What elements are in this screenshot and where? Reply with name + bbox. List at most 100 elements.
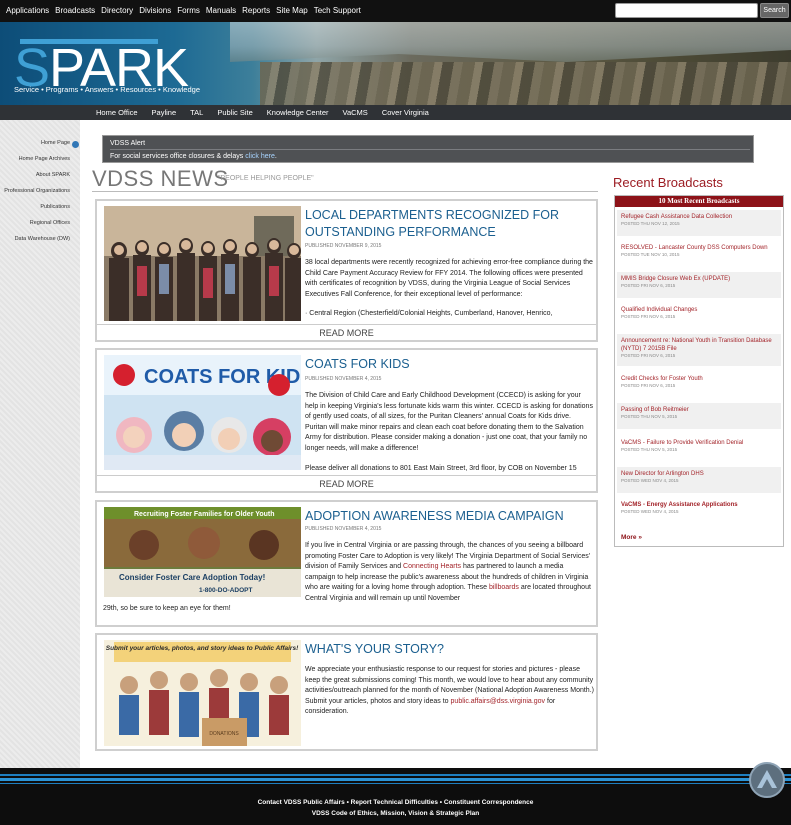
article-body: If you live in Central Virginia or are p… [305,541,594,604]
topnav-tech-support[interactable]: Tech Support [314,6,361,15]
topnav-broadcasts[interactable]: Broadcasts [55,6,95,15]
alert-title: VDSS Alert [110,140,146,147]
broadcast-item[interactable]: VaCMS - Failure to Provide Verification … [617,436,781,462]
sidebar-item-regional-offices[interactable]: Regional Offices [30,220,70,226]
subnav-cover-virginia[interactable]: Cover Virginia [382,108,429,117]
topnav-site-map[interactable]: Site Map [276,6,308,15]
connecting-hearts-link[interactable]: Connecting Hearts [403,563,461,570]
article-image-coats-for-kids: COATS FOR KIDS [104,355,301,470]
subnav-home-office[interactable]: Home Office [96,108,138,117]
broadcast-title[interactable]: Passing of Bob Reitmeier [621,406,777,414]
alert-message: For social services office closures & de… [110,153,246,160]
left-sidebar: Home Page Home Page Archives About SPARK… [0,120,80,768]
broadcast-title[interactable]: VaCMS - Failure to Provide Verification … [621,439,777,447]
sidebar-item-home-page-archives[interactable]: Home Page Archives [19,156,70,162]
billboards-link[interactable]: billboards [489,584,519,591]
broadcast-item[interactable]: Qualified Individual Changes POSTED FRI N… [617,303,781,329]
broadcast-title[interactable]: MMIS Bridge Closure Web Ex (UPDATE) [621,275,777,283]
broadcast-date: POSTED TUE NOV 10, 2015 [621,252,680,257]
topnav-directory[interactable]: Directory [101,6,133,15]
alert-text: For social services office closures & de… [110,153,277,160]
sidebar-item-professional-organizations[interactable]: Professional Organizations [4,188,70,194]
broadcast-title[interactable]: VaCMS - Energy Assistance Applications [621,501,777,509]
donation-box-text: DONATIONS [209,731,239,737]
public-affairs-email-link[interactable]: public.affairs@dss.virginia.gov [451,698,546,705]
subnav-payline[interactable]: Payline [152,108,177,117]
back-to-top-button[interactable] [749,762,785,798]
alert-end: . [274,153,277,160]
broadcast-title[interactable]: Qualified Individual Changes [621,306,777,314]
article-date: PUBLISHED NOVEMBER 4, 2015 [305,376,382,382]
broadcast-title[interactable]: RESOLVED - Lancaster County DSS Computer… [621,244,777,252]
subnav-public-site[interactable]: Public Site [217,108,252,117]
broadcast-date: POSTED WED NOV 4, 2015 [621,509,679,514]
read-more-button[interactable]: READ MORE [97,475,596,491]
article-title[interactable]: WHAT'S YOUR STORY? [305,641,565,658]
broadcast-item[interactable]: RESOLVED - Lancaster County DSS Computer… [617,241,781,267]
news-divider [92,191,598,192]
broadcast-date: POSTED WED NOV 4, 2015 [621,478,679,483]
subnav-tal[interactable]: TAL [190,108,203,117]
banner-sky-image [230,22,791,62]
broadcast-item[interactable]: VaCMS - Energy Assistance Applications PO… [617,498,781,524]
arrow-up-icon [757,770,777,788]
news-article: Recruiting Foster Families for Older You… [95,500,598,627]
broadcast-date: POSTED FRI NOV 6, 2015 [621,314,676,319]
broadcast-title[interactable]: Credit Checks for Foster Youth [621,375,777,383]
article-title[interactable]: ADOPTION AWARENESS MEDIA CAMPAIGN [305,508,565,525]
billboard-phone-text: 1-800-DO-ADOPT [199,587,252,594]
banner: SPARK Service • Programs • Answers • Res… [0,22,791,105]
more-broadcasts-link[interactable]: More » [621,534,642,541]
article-title[interactable]: COATS FOR KIDS [305,356,565,373]
article-body-continued: 29th, so be sure to keep an eye for them… [103,605,231,612]
alert-click-here-link[interactable]: click here [245,153,275,160]
sidebar-item-data-warehouse[interactable]: Data Warehouse (DW) [15,236,70,242]
broadcast-date: POSTED THU NOV 5, 2015 [621,414,678,419]
subnav-vacms[interactable]: VaCMS [343,108,368,117]
article-date: PUBLISHED NOVEMBER 9, 2015 [305,243,382,249]
topnav-reports[interactable]: Reports [242,6,270,15]
read-more-button[interactable]: READ MORE [97,324,596,340]
banner-rocks-image [260,62,791,105]
footer-links-secondary[interactable]: VDSS Code of Ethics, Mission, Vision & S… [0,810,791,817]
broadcast-item[interactable]: Refugee Cash Assistance Data Collection P… [617,210,781,236]
article-date: PUBLISHED NOVEMBER 4, 2015 [305,526,382,532]
topnav-manuals[interactable]: Manuals [206,6,236,15]
broadcast-item[interactable]: MMIS Bridge Closure Web Ex (UPDATE) POSTE… [617,272,781,298]
top-bar: Applications Broadcasts Directory Divisi… [0,0,791,22]
secondary-nav: Home Office Payline TAL Public Site Know… [0,105,791,120]
broadcast-title[interactable]: Announcement re: National Youth in Trans… [621,337,777,353]
news-article: Submit your articles, photos, and story … [95,633,598,751]
article-image-adoption-billboard: Recruiting Foster Families for Older You… [104,507,301,597]
broadcast-date: POSTED FRI NOV 6, 2015 [621,383,676,388]
footer-stripes [0,774,791,786]
news-subheading: "PEOPLE HELPING PEOPLE" [218,175,314,182]
broadcast-item[interactable]: Passing of Bob Reitmeier POSTED THU NOV 5… [617,403,781,429]
search-input[interactable] [615,3,758,18]
topnav-divisions[interactable]: Divisions [139,6,171,15]
search-button[interactable]: Search [760,3,789,18]
topnav-applications[interactable]: Applications [6,6,49,15]
news-article: LOCAL DEPARTMENTS RECOGNIZED FOR OUTSTAN… [95,199,598,342]
topnav-forms[interactable]: Forms [177,6,200,15]
sidebar-item-publications[interactable]: Publications [40,204,70,210]
logo-tagline: Service • Programs • Answers • Resources… [14,85,200,94]
article-body: The Division of Child Care and Early Chi… [305,392,593,452]
broadcast-date: POSTED FRI NOV 6, 2015 [621,283,676,288]
subnav-knowledge-center[interactable]: Knowledge Center [267,108,329,117]
broadcast-item[interactable]: Credit Checks for Foster Youth POSTED FRI… [617,372,781,398]
article-body-list: · Central Region (Chesterfield/Colonial … [305,310,553,317]
broadcast-date: POSTED THU NOV 12, 2015 [621,221,680,226]
article-image-submit-stories: Submit your articles, photos, and story … [104,640,301,746]
news-heading: VDSS NEWS [92,166,229,191]
broadcast-title[interactable]: Refugee Cash Assistance Data Collection [621,213,777,221]
sidebar-item-about-spark[interactable]: About SPARK [36,172,70,178]
broadcast-date: POSTED FRI NOV 6, 2015 [621,353,676,358]
news-article: COATS FOR KIDS COATS FOR KIDS PUBLISHED … [95,348,598,493]
sidebar-item-home-page[interactable]: Home Page [41,140,70,146]
article-title[interactable]: LOCAL DEPARTMENTS RECOGNIZED FOR OUTSTAN… [305,207,565,241]
broadcast-title[interactable]: New Director for Arlington DHS [621,470,777,478]
footer-links-primary[interactable]: Contact VDSS Public Affairs • Report Tec… [0,799,791,806]
broadcast-item[interactable]: Announcement re: National Youth in Trans… [617,334,781,366]
broadcast-item[interactable]: New Director for Arlington DHS POSTED WED… [617,467,781,493]
